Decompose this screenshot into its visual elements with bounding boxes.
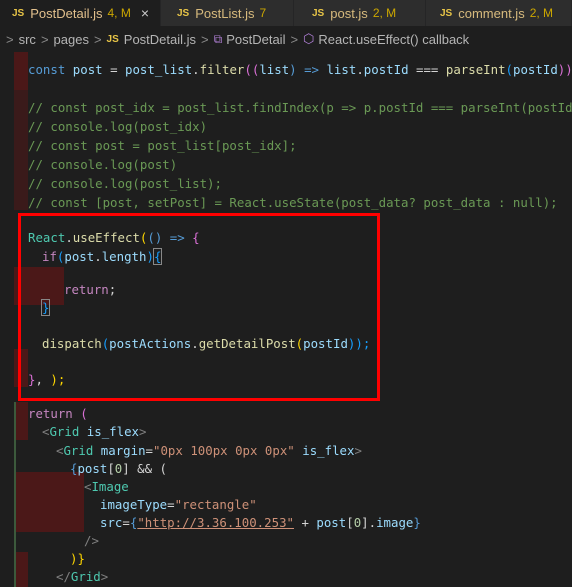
highlight-box [18, 213, 380, 401]
tab-label: post.js [330, 5, 368, 21]
comment-line: // console.log(post_list); [28, 176, 222, 191]
js-file-icon: JS [106, 33, 119, 45]
code-line: </Grid> [56, 569, 109, 584]
indent-guide [14, 402, 16, 587]
tab-postdetail[interactable]: JS PostDetail.js 4, M × [0, 0, 161, 26]
tab-badge: 4, M [107, 6, 131, 20]
tab-post[interactable]: JS post.js 2, M [294, 0, 426, 26]
js-file-icon: JS [312, 7, 325, 19]
js-file-icon: JS [12, 7, 25, 19]
tab-postlist[interactable]: JS PostList.js 7 [161, 0, 294, 26]
breadcrumb: > src > pages > JS PostDetail.js > ⧉ Pos… [0, 26, 572, 52]
js-file-icon: JS [177, 7, 190, 19]
comment-line: // const [post, setPost] = React.useStat… [28, 195, 558, 210]
code-line: imageType="rectangle" [100, 497, 257, 512]
breadcrumb-file[interactable]: PostDetail.js [124, 32, 196, 47]
error-gutter-mark [14, 90, 28, 210]
cube-icon: ⬡ [303, 31, 315, 46]
symbol-bracket-icon: ⧉ [213, 31, 223, 46]
breadcrumb-component[interactable]: PostDetail [226, 32, 285, 47]
tab-badge: 7 [259, 6, 267, 20]
chevron-right-icon: > [93, 31, 102, 47]
comment-line: // console.log(post) [28, 157, 178, 172]
breadcrumb-src[interactable]: src [19, 32, 36, 47]
chevron-left-icon: > [6, 31, 14, 47]
tab-bar: JS PostDetail.js 4, M × JS PostList.js 7… [0, 0, 572, 26]
tab-comment[interactable]: JS comment.js 2, M [426, 0, 572, 26]
tab-label: PostList.js [195, 5, 255, 21]
code-line: return ( [28, 406, 88, 421]
close-icon[interactable]: × [141, 5, 149, 21]
error-gutter-mark [14, 52, 28, 90]
code-editor[interactable]: const post = post_list.filter((list) => … [0, 52, 572, 587]
code-line: <Grid margin="0px 100px 0px 0px" is_flex… [56, 443, 362, 458]
code-line: {post[0] && ( [70, 461, 168, 476]
breadcrumb-callback[interactable]: React.useEffect() callback [318, 32, 469, 47]
chevron-right-icon: > [290, 31, 299, 47]
comment-line: // console.log(post_idx) [28, 119, 208, 134]
code-line: )} [70, 551, 85, 566]
tab-badge: 2, M [529, 6, 554, 20]
tab-label: PostDetail.js [30, 5, 103, 21]
code-line: /> [84, 533, 99, 548]
error-gutter-mark [14, 552, 28, 587]
code-line: <Image [84, 479, 129, 494]
breadcrumb-pages[interactable]: pages [54, 32, 89, 47]
code-line: src={"http://3.36.100.253" + post[0].ima… [100, 515, 421, 530]
comment-line: // const post_idx = post_list.findIndex(… [28, 100, 572, 115]
tab-label: comment.js [458, 5, 525, 21]
js-file-icon: JS [440, 7, 453, 19]
code-line: <Grid is_flex> [42, 424, 147, 439]
chevron-right-icon: > [40, 31, 49, 47]
tab-badge: 2, M [372, 6, 397, 20]
code-line: const post = post_list.filter((list) => … [28, 62, 572, 77]
error-gutter-mark [14, 472, 84, 532]
error-gutter-mark [14, 402, 28, 440]
comment-line: // const post = post_list[post_idx]; [28, 138, 297, 153]
chevron-right-icon: > [201, 31, 209, 47]
